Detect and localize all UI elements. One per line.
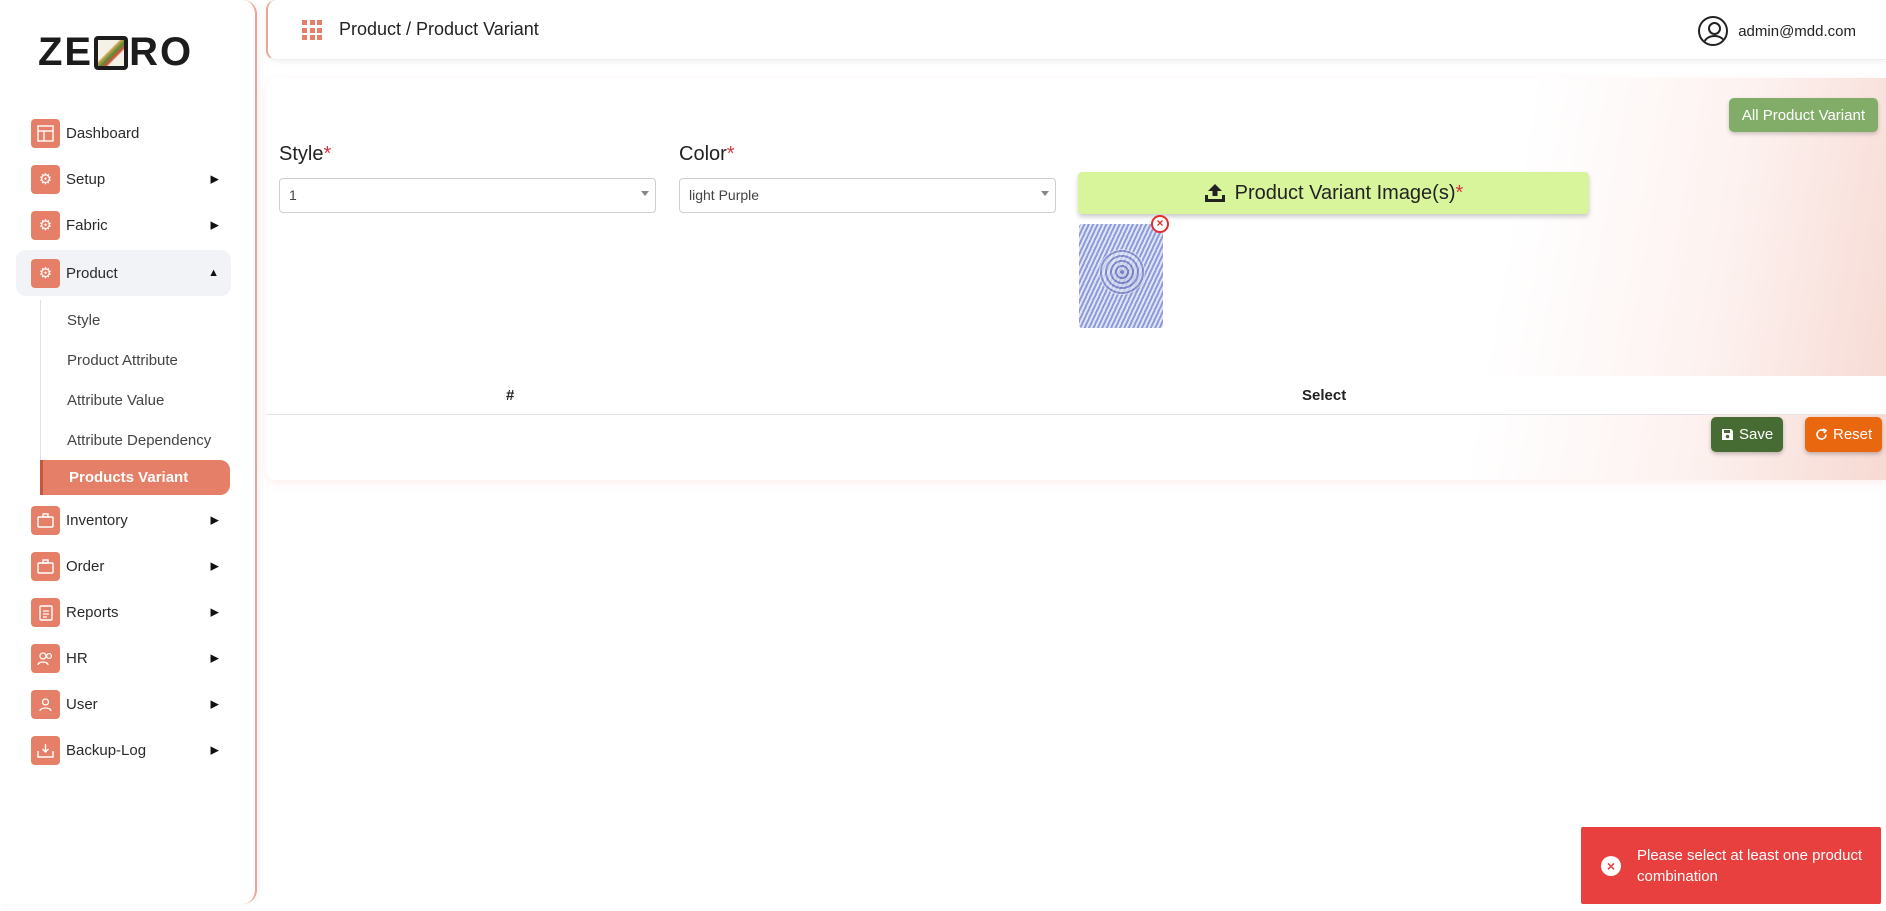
color-select-value: light Purple <box>689 187 760 203</box>
user-menu[interactable]: admin@mdd.com <box>1698 16 1856 46</box>
save-button-label: Save <box>1739 426 1774 443</box>
error-toast[interactable]: × Please select at least one product com… <box>1581 827 1881 904</box>
required-mark: * <box>323 143 332 165</box>
caret-right-icon: ▶ <box>210 173 219 186</box>
required-mark: * <box>726 143 735 165</box>
sidebar-item-order[interactable]: Order ▶ <box>16 545 231 587</box>
sidebar-item-label: Setup <box>66 170 106 188</box>
product-submenu: Style Product Attribute Attribute Value … <box>40 300 231 495</box>
sidebar-item-hr[interactable]: HR ▶ <box>16 637 231 679</box>
submenu-item-attribute-value[interactable]: Attribute Value <box>41 380 231 420</box>
required-mark: * <box>1455 181 1464 204</box>
sidebar-item-inventory[interactable]: Inventory ▶ <box>16 499 231 541</box>
sidebar: ZE RO Dashboard ⚙ Setup ▶ ⚙ Fabric ▶ ⚙ P… <box>0 0 257 904</box>
sidebar-item-label: Fabric <box>66 216 108 234</box>
caret-right-icon: ▶ <box>210 744 219 757</box>
upload-icon <box>1204 184 1225 202</box>
sidebar-item-label: Product <box>66 264 118 282</box>
caret-right-icon: ▶ <box>210 606 219 619</box>
caret-right-icon: ▶ <box>210 698 219 711</box>
combination-table-header: # Select <box>266 376 1886 415</box>
submenu-item-product-attribute[interactable]: Product Attribute <box>41 340 231 380</box>
sidebar-item-backup-log[interactable]: Backup-Log ▶ <box>16 729 231 771</box>
upload-label: Product Variant Image(s) <box>1234 181 1456 204</box>
upload-images-button[interactable]: Product Variant Image(s) * <box>1078 172 1589 214</box>
caret-right-icon: ▶ <box>210 652 219 665</box>
style-select-value: 1 <box>289 187 297 203</box>
variant-image-thumbnail[interactable] <box>1079 224 1163 328</box>
user-avatar-icon <box>1698 16 1729 46</box>
inbox-icon <box>31 735 60 765</box>
breadcrumb: Product / Product Variant <box>339 19 539 39</box>
column-header-select: Select <box>1302 387 1347 404</box>
floppy-disk-icon <box>1722 429 1733 440</box>
sidebar-item-product[interactable]: ⚙ Product ▲ <box>16 250 231 296</box>
color-label: Color* <box>679 143 735 166</box>
sidebar-item-label: Backup-Log <box>66 741 147 759</box>
reset-button[interactable]: Reset <box>1805 417 1883 452</box>
caret-right-icon: ▶ <box>210 219 219 232</box>
sidebar-item-fabric[interactable]: ⚙ Fabric ▶ <box>16 204 231 246</box>
caret-up-icon: ▲ <box>208 267 219 279</box>
sidebar-item-label: User <box>66 695 98 713</box>
dashboard-icon <box>31 118 60 148</box>
color-label-text: Color <box>679 143 727 165</box>
caret-right-icon: ▶ <box>210 560 219 573</box>
users-icon <box>31 643 60 673</box>
sidebar-item-label: HR <box>66 649 88 667</box>
logo-mark-icon <box>94 35 129 70</box>
reset-button-label: Reset <box>1833 426 1873 443</box>
gear-icon: ⚙ <box>31 164 60 194</box>
style-label-text: Style <box>279 143 324 165</box>
style-select[interactable]: 1 <box>279 178 656 213</box>
save-button[interactable]: Save <box>1711 417 1784 452</box>
toast-message: Please select at least one product combi… <box>1637 846 1863 885</box>
product-variant-form: All Product Variant Style* 1 Color* ligh… <box>266 78 1886 480</box>
sidebar-item-label: Order <box>66 557 105 575</box>
sidebar-item-dashboard[interactable]: Dashboard <box>16 112 231 154</box>
chevron-down-icon <box>641 191 649 196</box>
sidebar-item-label: Dashboard <box>66 124 140 142</box>
logo[interactable]: ZE RO <box>38 30 193 75</box>
color-select[interactable]: light Purple <box>679 178 1056 213</box>
sidebar-item-label: Reports <box>66 603 119 621</box>
top-header: Product / Product Variant admin@mdd.com <box>266 0 1886 60</box>
sidebar-nav: Dashboard ⚙ Setup ▶ ⚙ Fabric ▶ ⚙ Product… <box>16 112 231 775</box>
submenu-item-attribute-dependency[interactable]: Attribute Dependency <box>41 420 231 460</box>
remove-image-icon[interactable]: × <box>1151 215 1169 233</box>
user-email: admin@mdd.com <box>1738 22 1856 40</box>
logo-text-left: ZE <box>38 30 94 74</box>
refresh-icon <box>1816 428 1828 440</box>
style-label: Style* <box>279 143 331 166</box>
submenu-item-products-variant[interactable]: Products Variant <box>40 460 230 495</box>
sidebar-item-user[interactable]: User ▶ <box>16 683 231 725</box>
apps-grid-icon[interactable] <box>302 20 322 40</box>
chevron-down-icon <box>1041 191 1049 196</box>
all-product-variant-button[interactable]: All Product Variant <box>1728 98 1878 132</box>
column-header-index: # <box>506 387 515 404</box>
sidebar-item-setup[interactable]: ⚙ Setup ▶ <box>16 158 231 200</box>
caret-right-icon: ▶ <box>210 514 219 527</box>
sidebar-item-reports[interactable]: Reports ▶ <box>16 591 231 633</box>
submenu-item-style[interactable]: Style <box>41 300 231 340</box>
briefcase-icon <box>31 505 60 535</box>
logo-text-right: RO <box>129 30 194 74</box>
gear-icon: ⚙ <box>31 258 60 288</box>
user-group-icon <box>31 689 60 719</box>
error-x-icon: × <box>1601 855 1621 876</box>
clipboard-icon <box>31 597 60 627</box>
gear-icon: ⚙ <box>31 210 60 240</box>
briefcase-icon <box>31 551 60 581</box>
sidebar-item-label: Inventory <box>66 511 128 529</box>
